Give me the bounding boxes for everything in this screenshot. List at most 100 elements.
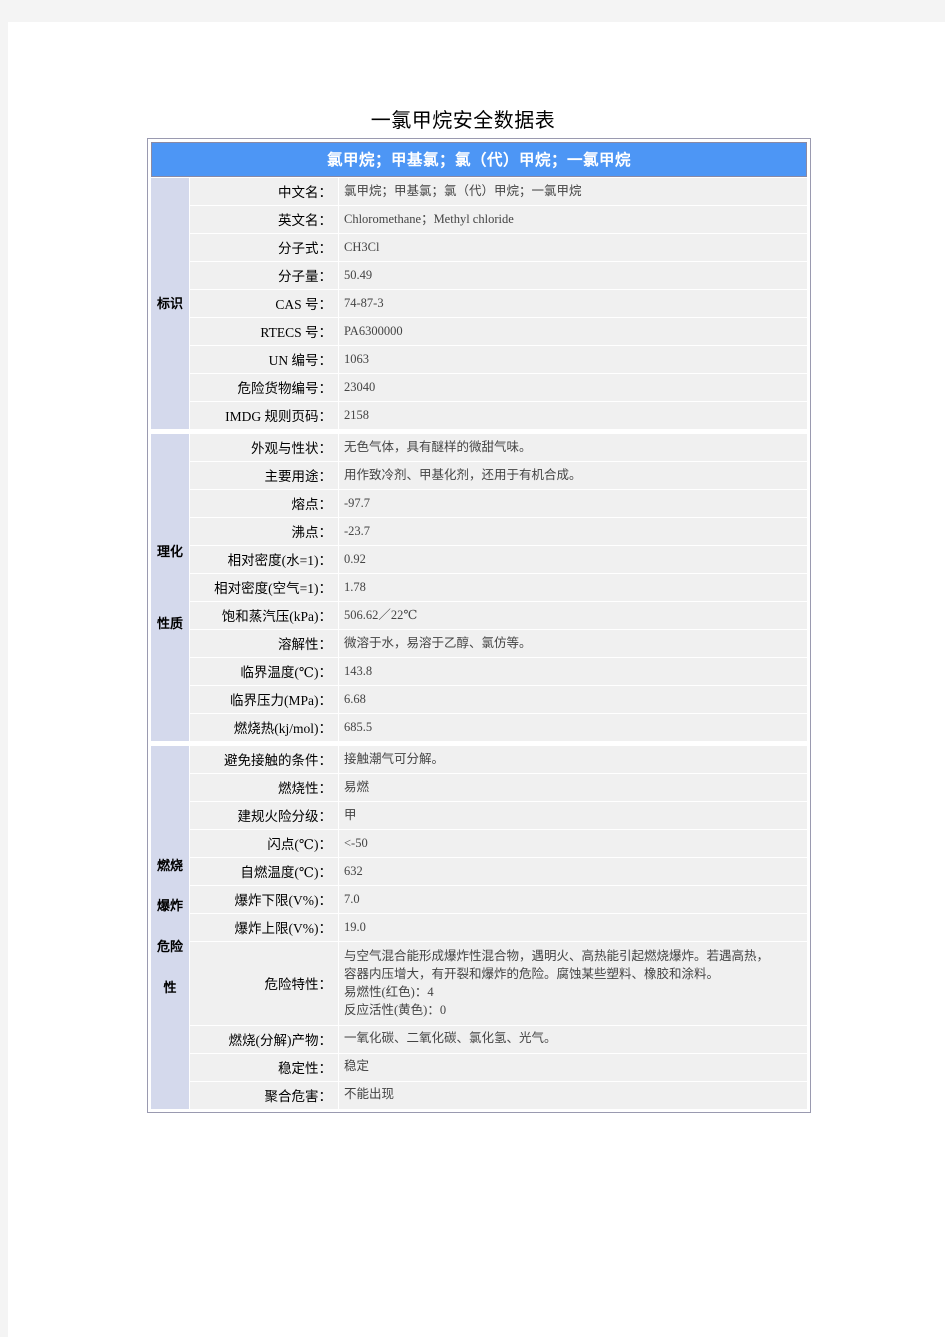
row-label: 分子量：: [190, 262, 338, 289]
row-value: -23.7: [339, 518, 807, 545]
row-label: 分子式：: [190, 234, 338, 261]
row-label: 主要用途：: [190, 462, 338, 489]
row-label: 聚合危害：: [190, 1081, 338, 1109]
row-label: 临界压力(MPa)：: [190, 686, 338, 713]
table-row: 燃烧(分解)产物： 一氧化碳、二氧化碳、氯化氢、光气。: [151, 1025, 807, 1053]
table-row: 分子量： 50.49: [151, 262, 807, 289]
row-label: 危险货物编号：: [190, 374, 338, 401]
row-value: <-50: [339, 830, 807, 857]
section-category-text: 燃烧爆炸危险性: [157, 857, 184, 996]
row-label: 溶解性：: [190, 630, 338, 657]
section-category-text: 理化性质: [157, 544, 184, 631]
row-value: 2158: [339, 402, 807, 429]
row-value: 685.5: [339, 714, 807, 741]
table-row: 饱和蒸汽压(kPa)： 506.62／22℃: [151, 602, 807, 629]
row-label: 燃烧(分解)产物：: [190, 1025, 338, 1053]
row-value: 接触潮气可分解。: [339, 746, 807, 773]
document-page: 一氯甲烷安全数据表 氯甲烷；甲基氯；氯（代）甲烷；一氯甲烷 标识 中文名： 氯甲烷；…: [8, 22, 945, 1337]
row-value: -97.7: [339, 490, 807, 517]
section-spacer: [151, 430, 807, 433]
msds-table-body: 氯甲烷；甲基氯；氯（代）甲烷；一氯甲烷: [151, 142, 807, 177]
row-label: 建规火险分级：: [190, 802, 338, 829]
table-row: 聚合危害： 不能出现: [151, 1081, 807, 1109]
row-value-line: 反应活性(黄色)：0: [344, 1003, 447, 1018]
table-row: 相对密度(水=1)： 0.92: [151, 546, 807, 573]
row-label: 外观与性状：: [190, 434, 338, 461]
row-label: 燃烧热(kj/mol)：: [190, 714, 338, 741]
row-label: RTECS 号：: [190, 318, 338, 345]
row-value: 19.0: [339, 914, 807, 941]
table-row: 熔点： -97.7: [151, 490, 807, 517]
row-label: 沸点：: [190, 518, 338, 545]
row-value: 氯甲烷；甲基氯；氯（代）甲烷；一氯甲烷: [339, 178, 807, 205]
row-value: CH3Cl: [339, 234, 807, 261]
table-row: 危险货物编号： 23040: [151, 374, 807, 401]
msds-table-container: 氯甲烷；甲基氯；氯（代）甲烷；一氯甲烷 标识 中文名： 氯甲烷；甲基氯；氯（代）甲烷…: [147, 138, 811, 1113]
row-value: 7.0: [339, 886, 807, 913]
table-row: 爆炸下限(V%)： 7.0: [151, 886, 807, 913]
row-value: 一氧化碳、二氧化碳、氯化氢、光气。: [339, 1025, 807, 1053]
row-value-line: 与空气混合能形成爆炸性混合物，遇明火、高热能引起燃烧爆炸。若遇高热，: [344, 949, 770, 963]
table-row: 爆炸上限(V%)： 19.0: [151, 914, 807, 941]
row-label: 闪点(℃)：: [190, 830, 338, 857]
row-value: PA6300000: [339, 318, 807, 345]
msds-table-sections: 标识 中文名： 氯甲烷；甲基氯；氯（代）甲烷；一氯甲烷 英文名： Chlorometha…: [151, 178, 807, 1109]
row-value-line: 易燃性(红色)：4: [344, 985, 434, 1000]
page-title: 一氯甲烷安全数据表: [370, 110, 556, 132]
table-row: 建规火险分级：甲: [151, 802, 807, 829]
section-spacer: [151, 742, 807, 745]
row-label: 燃烧性：: [190, 774, 338, 801]
row-value: 50.49: [339, 262, 807, 289]
table-row: 危险特性： 与空气混合能形成爆炸性混合物，遇明火、高热能引起燃烧爆炸。若遇高热， 容…: [151, 942, 807, 1025]
row-value: 易燃: [339, 774, 807, 801]
table-row: 稳定性： 稳定: [151, 1053, 807, 1081]
row-label: 爆炸下限(V%)：: [190, 886, 338, 913]
row-value: 0.92: [339, 546, 807, 573]
row-label: UN 编号：: [190, 346, 338, 373]
row-label: 相对密度(空气=1)：: [190, 574, 338, 601]
table-row: 英文名： Chloromethane；Methyl chloride: [151, 206, 807, 233]
table-row: 相对密度(空气=1)： 1.78: [151, 574, 807, 601]
table-row: 燃烧性： 易燃: [151, 774, 807, 801]
row-value-line: 容器内压增大，有开裂和爆炸的危险。腐蚀某些塑料、橡胶和涂料。: [344, 967, 720, 982]
table-row: 燃烧热(kj/mol)： 685.5: [151, 714, 807, 741]
table-row: 理化性质 外观与性状： 无色气体，具有醚样的微甜气味。: [151, 434, 807, 741]
table-row: 标识 中文名： 氯甲烷；甲基氯；氯（代）甲烷；一氯甲烷: [151, 178, 807, 429]
msds-table: 氯甲烷；甲基氯；氯（代）甲烷；一氯甲烷 标识 中文名： 氯甲烷；甲基氯；氯（代）甲烷…: [150, 141, 808, 1110]
row-label: 英文名：: [190, 206, 338, 233]
table-row: 自燃温度(℃)： 632: [151, 858, 807, 885]
row-value: 用作致冷剂、甲基化剂，还用于有机合成。: [339, 462, 807, 489]
row-value: 不能出现: [339, 1081, 807, 1109]
row-value: 143.8: [339, 658, 807, 685]
table-row: 临界温度(℃)： 143.8: [151, 658, 807, 685]
row-label: 临界温度(℃)：: [190, 658, 338, 685]
section-category-text: 标识: [157, 296, 184, 311]
row-label: 稳定性：: [190, 1053, 338, 1081]
row-value: 无色气体，具有醚样的微甜气味。: [339, 434, 807, 461]
table-row: 临界压力(MPa)： 6.68: [151, 686, 807, 713]
table-row: UN 编号： 1063: [151, 346, 807, 373]
row-value: 74-87-3: [339, 290, 807, 317]
section-spacer-cell: [151, 430, 807, 433]
row-value: 甲: [339, 802, 807, 829]
table-header-title: 氯甲烷；甲基氯；氯（代）甲烷；一氯甲烷: [151, 142, 807, 177]
row-label: 中文名：: [190, 178, 338, 205]
table-header-row: 氯甲烷；甲基氯；氯（代）甲烷；一氯甲烷: [151, 142, 807, 177]
row-value: 1063: [339, 346, 807, 373]
row-label: 避免接触的条件：: [190, 746, 338, 773]
row-label: 相对密度(水=1)：: [190, 546, 338, 573]
row-label: 危险特性：: [190, 942, 338, 1025]
section-category-label: 理化性质: [151, 434, 189, 741]
table-row: 沸点： -23.7: [151, 518, 807, 545]
table-row: 分子式： CH3Cl: [151, 234, 807, 261]
row-value: 6.68: [339, 686, 807, 713]
section-category-label: 燃烧爆炸危险性: [151, 746, 189, 1109]
table-row: IMDG 规则页码： 2158: [151, 402, 807, 429]
table-row: CAS 号： 74-87-3: [151, 290, 807, 317]
table-row: RTECS 号： PA6300000: [151, 318, 807, 345]
section-spacer-cell: [151, 742, 807, 745]
row-value: Chloromethane；Methyl chloride: [339, 206, 807, 233]
table-row: 溶解性： 微溶于水，易溶于乙醇、氯仿等。: [151, 630, 807, 657]
row-value: 506.62／22℃: [339, 602, 807, 629]
row-value: 632: [339, 858, 807, 885]
